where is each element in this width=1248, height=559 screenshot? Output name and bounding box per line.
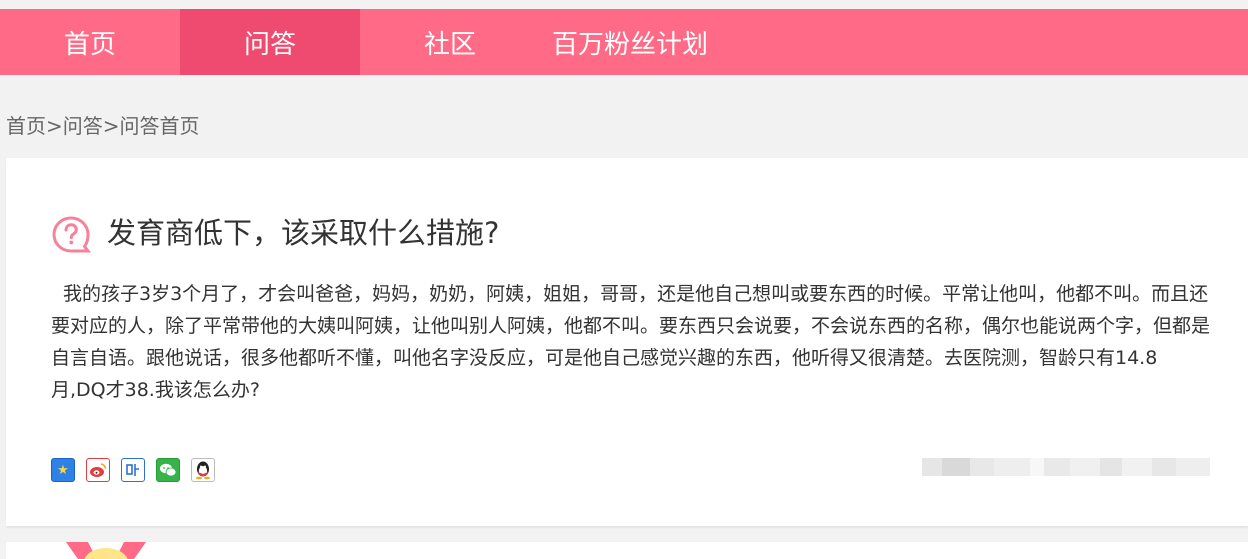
share-bar: ★	[51, 458, 215, 482]
breadcrumb-qa-link[interactable]: 问答	[63, 114, 103, 138]
question-card: 发育商低下，该采取什么措施? 我的孩子3岁3个月了，才会叫爸爸，妈妈，奶奶，阿姨…	[6, 158, 1248, 526]
breadcrumb-separator: >	[102, 114, 120, 138]
main-nav: 首页 问答 社区 百万粉丝计划	[0, 9, 1248, 75]
qq-share-icon[interactable]	[191, 458, 215, 482]
qq-penguin-icon	[196, 461, 210, 480]
wechat-share-icon[interactable]	[156, 458, 180, 482]
tieba-share-icon[interactable]	[121, 458, 145, 482]
breadcrumb-home-link[interactable]: 首页	[6, 114, 46, 138]
blurred-meta-info	[922, 458, 1210, 476]
next-card	[6, 542, 1248, 559]
nav-item-home[interactable]: 首页	[0, 9, 180, 75]
nav-item-community[interactable]: 社区	[360, 9, 540, 75]
question-body: 我的孩子3岁3个月了，才会叫爸爸，妈妈，奶奶，阿姨，姐姐，哥哥，还是他自己想叫或…	[51, 283, 1211, 401]
breadcrumb-separator: >	[46, 114, 63, 138]
nav-item-qa[interactable]: 问答	[180, 9, 360, 75]
question-bubble-icon	[52, 216, 91, 253]
medal-icon	[66, 542, 146, 559]
wechat-glyph-icon	[160, 463, 177, 477]
qzone-share-icon[interactable]: ★	[51, 458, 75, 482]
nav-item-million-fans-plan[interactable]: 百万粉丝计划	[540, 9, 720, 75]
breadcrumb-current: 问答首页	[119, 114, 200, 138]
top-nav-bar: 首页 问答 社区 百万粉丝计划	[0, 9, 1248, 75]
tieba-glyph-icon	[126, 464, 139, 476]
weibo-share-icon[interactable]	[86, 458, 110, 482]
weibo-glyph-icon	[90, 463, 107, 477]
question-title: 发育商低下，该采取什么措施?	[107, 216, 500, 250]
page: 首页 问答 社区 百万粉丝计划 首页>问答>问答首页 发育商低下，该采取什么措施…	[0, 0, 1248, 559]
breadcrumb: 首页>问答>问答首页	[6, 110, 200, 139]
